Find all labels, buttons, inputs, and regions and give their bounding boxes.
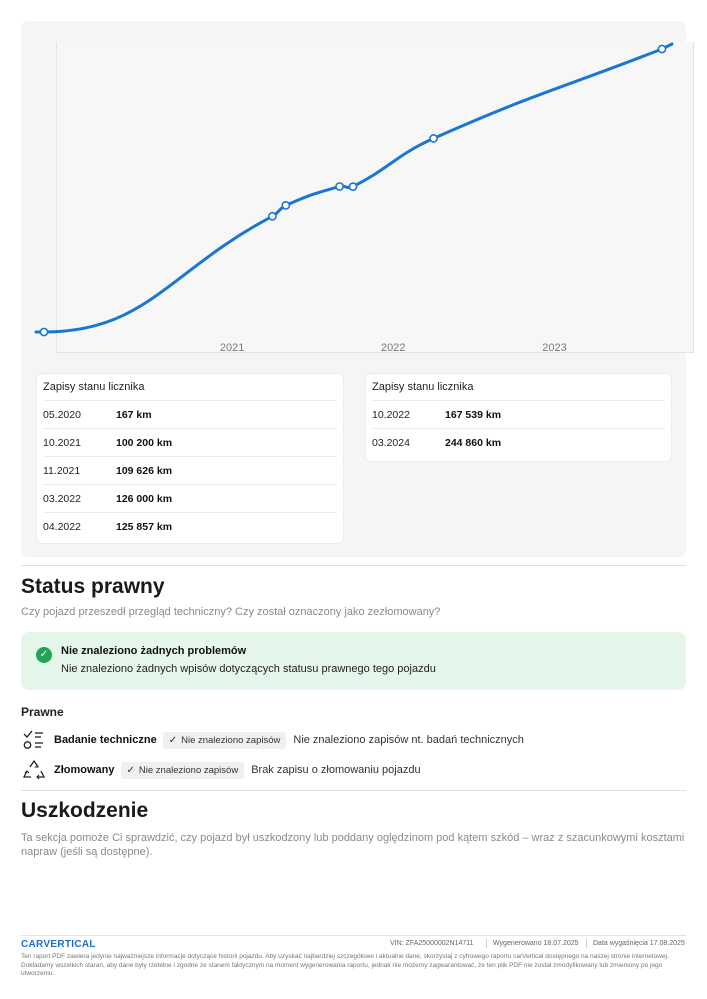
odometer-panel: 2021202220232024 Zapisy stanu licznika 0… — [21, 21, 694, 557]
footer-divider — [21, 935, 686, 936]
legal-item-inspection: Badanie techniczne ✓ Nie znaleziono zapi… — [21, 728, 524, 752]
table-row: 05.2020 167 km — [43, 400, 337, 428]
row-value: 244 860 km — [445, 436, 502, 449]
legal-section-label: Prawne — [21, 705, 64, 719]
row-value: 109 626 km — [116, 464, 173, 477]
row-date: 03.2024 — [372, 436, 410, 449]
no-problems-banner: ✓ Nie znaleziono żadnych problemów Nie z… — [21, 632, 686, 690]
table-title: Zapisy stanu licznika — [43, 381, 145, 393]
table-row: 03.2024 244 860 km — [372, 428, 665, 456]
footer-separator — [586, 939, 587, 948]
item-name: Badanie techniczne — [54, 734, 157, 746]
badge-label: Nie znaleziono zapisów — [181, 734, 281, 746]
row-value: 126 000 km — [116, 492, 173, 505]
status-badge: ✓ Nie znaleziono zapisów — [120, 761, 245, 779]
row-date: 11.2021 — [43, 464, 81, 477]
row-value: 100 200 km — [116, 436, 173, 449]
table-row: 04.2022 125 857 km — [43, 512, 337, 540]
badge-label: Nie znaleziono zapisów — [138, 764, 239, 776]
row-value: 167 km — [116, 408, 152, 421]
row-value: 167 539 km — [445, 408, 502, 421]
section-divider — [21, 565, 686, 566]
item-description: Brak zapisu o złomowaniu pojazdu — [251, 764, 421, 776]
table-row: 10.2021 100 200 km — [43, 428, 337, 456]
row-date: 03.2022 — [43, 492, 81, 505]
check-circle-icon: ✓ — [36, 647, 52, 663]
damage-title: Uszkodzenie — [21, 799, 149, 822]
data-point — [657, 44, 667, 54]
banner-title: Nie znaleziono żadnych problemów — [61, 645, 247, 657]
data-point — [348, 182, 358, 192]
footer-disclaimer: Ten raport PDF zawiera jedynie najważnie… — [21, 953, 669, 977]
legal-status-title: Status prawny — [21, 575, 165, 598]
status-badge: ✓ Nie znaleziono zapisów — [162, 731, 287, 749]
data-point — [335, 182, 344, 191]
legal-status-subtitle: Czy pojazd przeszedł przegląd techniczny… — [21, 606, 441, 618]
banner-text: Nie znaleziono żadnych wpisów dotyczącyc… — [61, 663, 436, 675]
odometer-table-left: Zapisy stanu licznika 05.2020 167 km 10.20… — [36, 373, 344, 544]
table-row: 03.2022 126 000 km — [43, 484, 337, 512]
odometer-chart: 2021202220232024 — [34, 42, 674, 354]
recycle-icon — [21, 758, 47, 782]
data-point — [39, 327, 49, 337]
footer-separator — [486, 939, 487, 948]
data-point — [267, 211, 277, 221]
row-date: 10.2022 — [372, 408, 410, 421]
item-name: Złomowany — [54, 764, 115, 776]
damage-subtitle: Ta sekcja pomoże Ci sprawdzić, czy pojaz… — [21, 832, 685, 858]
footer-expiry: Data wygaśnięcia 17.08.2025 — [593, 940, 685, 947]
row-value: 125 857 km — [116, 520, 173, 533]
check-icon: ✓ — [126, 764, 135, 776]
table-title: Zapisy stanu licznika — [372, 381, 474, 393]
section-divider — [21, 790, 686, 791]
footer-generated: Wygenerowano 18.07.2025 — [493, 940, 579, 947]
row-date: 04.2022 — [43, 520, 81, 533]
data-point — [429, 134, 439, 143]
footer-vin: VIN: ZFA25000002N14711 — [390, 940, 474, 947]
x-tick-label: 2021 — [220, 342, 244, 354]
x-tick-label: 2022 — [381, 342, 405, 354]
carvertical-logo: CARVERTICAL — [21, 939, 96, 950]
x-tick-label: 2023 — [542, 342, 566, 354]
item-description: Nie znaleziono zapisów nt. badań technic… — [293, 734, 524, 746]
row-date: 05.2020 — [43, 408, 81, 421]
table-row: 10.2022 167 539 km — [372, 400, 665, 428]
checklist-icon — [21, 728, 47, 752]
data-point — [281, 201, 291, 210]
legal-item-scrapped: Złomowany ✓ Nie znaleziono zapisów Brak … — [21, 758, 421, 782]
table-row: 11.2021 109 626 km — [43, 456, 337, 484]
check-icon: ✓ — [168, 734, 178, 746]
row-date: 10.2021 — [43, 436, 81, 449]
odometer-table-right: Zapisy stanu licznika 10.2022 167 539 km 0… — [365, 373, 672, 462]
